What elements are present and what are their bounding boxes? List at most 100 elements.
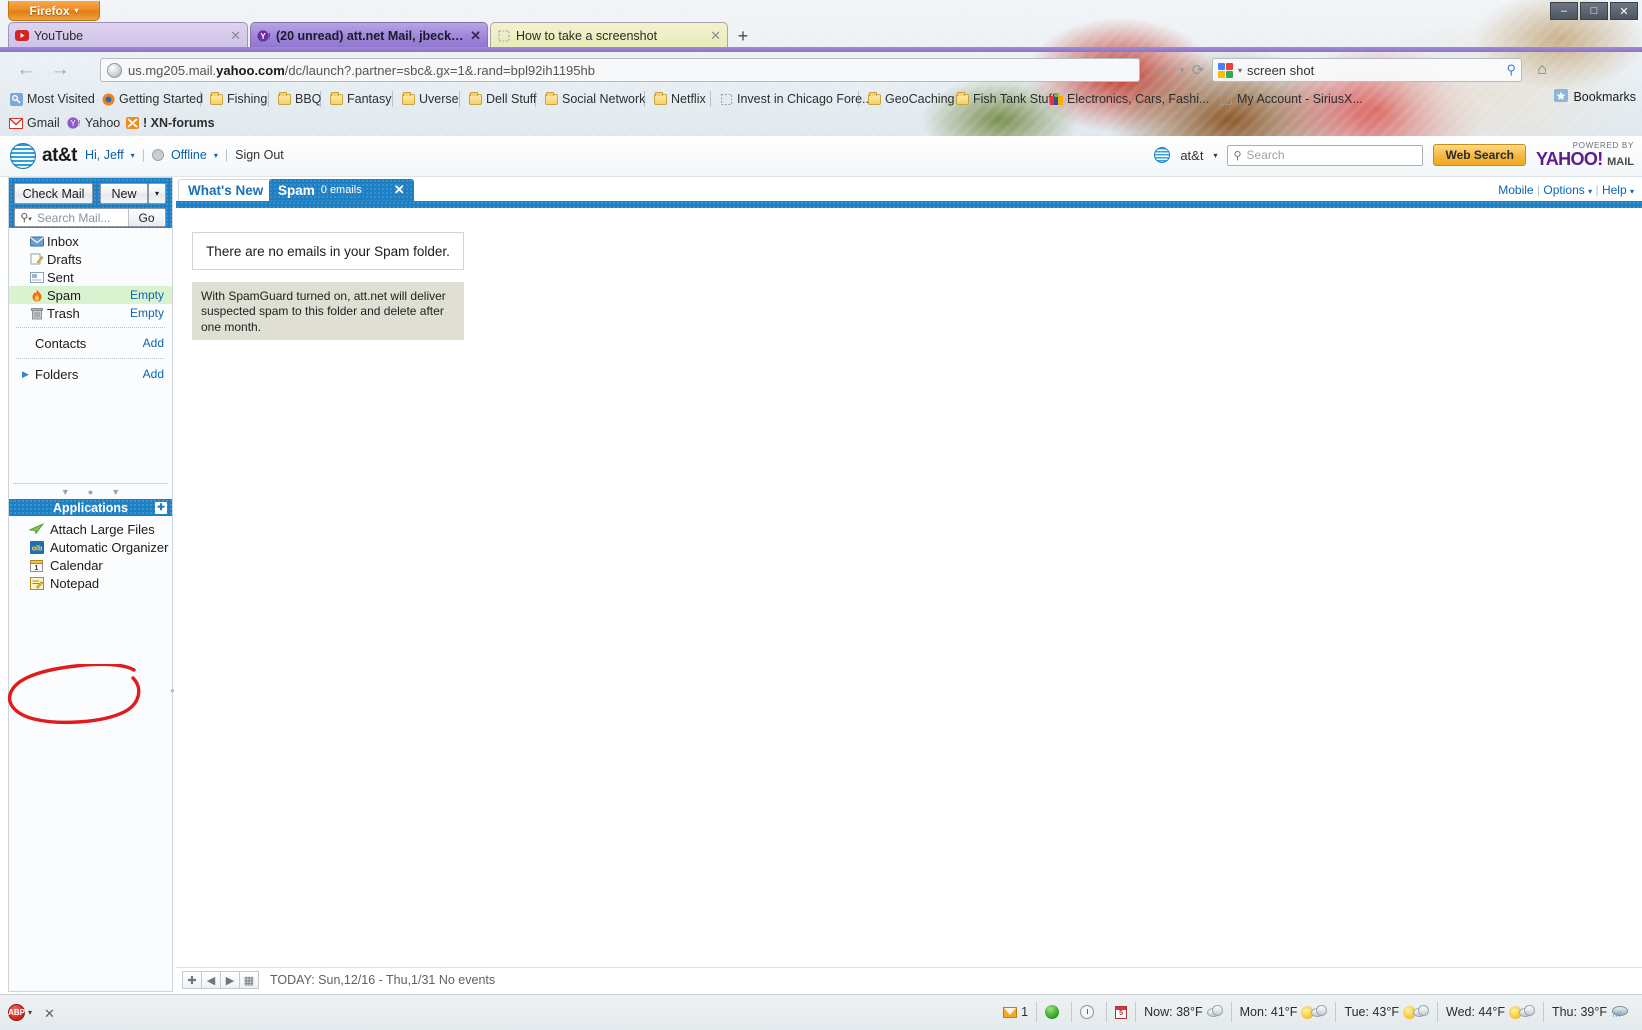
add-contact-link[interactable]: Add (143, 336, 164, 350)
expand-applications-icon[interactable]: ✚ (155, 502, 167, 514)
sidebar-item-inbox[interactable]: Inbox (9, 232, 172, 250)
add-event-button[interactable]: ✚ (182, 971, 202, 989)
presence-label[interactable]: Offline (171, 148, 207, 162)
sidebar-item-contacts[interactable]: Contacts Add (9, 333, 172, 353)
prev-period-button[interactable]: ◀ (201, 971, 221, 989)
status-weather-now[interactable]: Now: 38°F (1135, 1002, 1231, 1022)
help-link[interactable]: Help (1602, 183, 1627, 197)
applications-header[interactable]: Applications ✚ (9, 499, 172, 516)
forward-button[interactable]: → (48, 58, 72, 82)
bookmark-invest-in-chicago[interactable]: Invest in Chicago Fore... (716, 89, 875, 109)
status-weather-tue[interactable]: Tue: 43°F (1335, 1002, 1437, 1022)
web-search-button[interactable]: Web Search (1433, 144, 1525, 166)
sidebar-item-sent[interactable]: Sent (9, 268, 172, 286)
sidebar-item-folders[interactable]: ▶ Folders Add (9, 364, 172, 384)
bookmark-bbq[interactable]: BBQ (274, 89, 324, 109)
app-item-attach-large-files[interactable]: Attach Large Files (9, 520, 172, 538)
bookmark-getting-started[interactable]: Getting Started (98, 89, 206, 109)
close-icon[interactable]: ✕ (470, 28, 481, 44)
bookmark-star-icon[interactable]: ☆ (1152, 60, 1172, 80)
tab-youtube[interactable]: YouTube ✕ (8, 22, 248, 48)
minimize-button[interactable]: – (1550, 2, 1578, 20)
bookmarks-menu-button[interactable]: Bookmarks (1554, 89, 1636, 105)
bookmark-netflix[interactable]: Netflix (650, 89, 709, 109)
add-folder-link[interactable]: Add (143, 367, 164, 381)
new-message-button[interactable]: New (100, 183, 148, 204)
status-green-indicator[interactable] (1036, 1002, 1071, 1022)
search-engine-caret-icon[interactable]: ▾ (1238, 66, 1242, 75)
app-item-notepad[interactable]: Notepad (9, 574, 172, 592)
search-bar[interactable]: ▾ screen shot ⚲ (1212, 58, 1522, 82)
home-icon[interactable]: ⌂ (1530, 59, 1554, 81)
bookmark-fishing[interactable]: Fishing (206, 89, 270, 109)
chevron-down-icon[interactable]: ▼ (111, 487, 120, 497)
check-mail-button[interactable]: Check Mail (14, 183, 93, 204)
sidebar-item-drafts[interactable]: Drafts (9, 250, 172, 268)
bookmark-yahoo[interactable]: Y! Yahoo (64, 113, 123, 133)
calendar-view-button[interactable]: ▦ (239, 971, 259, 989)
app-item-automatic-organizer[interactable]: olb Automatic Organizer (9, 538, 172, 556)
sidebar-item-trash[interactable]: Trash Empty (9, 304, 172, 322)
search-mail-go-button[interactable]: Go (128, 209, 164, 226)
empty-trash-link[interactable]: Empty (130, 306, 164, 320)
search-icon[interactable]: ⚲ (1506, 62, 1516, 78)
bookmark-most-visited[interactable]: Most Visited (6, 89, 98, 109)
app-item-calendar[interactable]: 1 Calendar (9, 556, 172, 574)
bookmark-fish-tank-stuff[interactable]: Fish Tank Stuff (952, 89, 1058, 109)
close-icon[interactable]: ✕ (394, 182, 405, 198)
chevron-down-icon[interactable]: ▾ (131, 151, 135, 160)
adblock-plus-button[interactable]: ABP ▾ (8, 1004, 32, 1021)
status-mail-count[interactable]: 1 (995, 1002, 1036, 1022)
chevron-down-icon[interactable]: ▾ (214, 151, 218, 160)
tab-whats-new[interactable]: What's New (178, 179, 273, 201)
status-clock[interactable] (1071, 1002, 1106, 1022)
new-tab-button[interactable]: + (730, 25, 756, 47)
bookmark-geocaching[interactable]: GeoCaching (864, 89, 958, 109)
tab-attnet-mail[interactable]: Y! (20 unread) att.net Mail, jbeckner2 ✕ (250, 22, 488, 48)
next-period-button[interactable]: ▶ (220, 971, 240, 989)
mobile-link[interactable]: Mobile (1498, 183, 1533, 197)
chevron-down-icon[interactable]: ▾ (1630, 187, 1634, 196)
tab-how-to-take-a-screenshot[interactable]: How to take a screenshot ✕ (490, 22, 728, 48)
bookmark-social-network[interactable]: Social Network (541, 89, 648, 109)
close-icon[interactable]: ✕ (230, 28, 241, 44)
status-weather-wed[interactable]: Wed: 44°F (1437, 1002, 1543, 1022)
bookmark-dell-stuff[interactable]: Dell Stuff (465, 89, 540, 109)
bookmark-fantasy[interactable]: Fantasy (326, 89, 394, 109)
close-window-button[interactable]: ✕ (1610, 2, 1638, 20)
sidebar-splitter-handle[interactable]: ▼ ● ▼ (9, 486, 172, 498)
reload-icon[interactable]: ⟳ (1188, 60, 1208, 80)
web-search-input[interactable]: ⚲ Search (1227, 145, 1423, 166)
options-link[interactable]: Options (1543, 183, 1584, 197)
close-icon[interactable]: ✕ (710, 28, 721, 44)
back-button[interactable]: ← (14, 58, 38, 82)
status-calendar[interactable]: 5 (1106, 1002, 1135, 1022)
splitter-grip-icon[interactable]: ● (88, 487, 93, 497)
address-bar[interactable]: us.mg205.mail.yahoo.com/dc/launch?.partn… (100, 58, 1140, 82)
bookmark-my-account-siriusxm[interactable]: My Account - SiriusX... (1216, 89, 1366, 109)
search-mail-input[interactable]: ⚲▾ Search Mail... Go (14, 208, 166, 227)
bookmark-uverse[interactable]: Uverse (398, 89, 462, 109)
tab-spam[interactable]: Spam 0 emails ✕ (269, 179, 414, 201)
sidebar-item-spam[interactable]: Spam Empty (9, 286, 172, 304)
chevron-down-icon[interactable]: ▾ (1588, 187, 1592, 196)
chevron-down-icon[interactable]: ▾ (28, 1008, 32, 1017)
chevron-right-icon[interactable]: ▶ (22, 369, 29, 380)
status-weather-mon[interactable]: Mon: 41°F (1231, 1002, 1336, 1022)
pane-splitter-grip[interactable]: ● (170, 686, 175, 696)
bookmark-xn-forums[interactable]: ! XN-forums (122, 113, 218, 133)
chevron-down-icon[interactable]: ▾ (1213, 151, 1217, 160)
status-weather-thu[interactable]: Thu: 39°F (1543, 1002, 1636, 1022)
empty-spam-link[interactable]: Empty (130, 288, 164, 302)
bookmark-electronics-cars-fashion[interactable]: Electronics, Cars, Fashi... (1046, 89, 1212, 109)
bookmark-gmail[interactable]: Gmail (6, 113, 63, 133)
sign-out-link[interactable]: Sign Out (235, 148, 284, 162)
att-logo[interactable]: at&t (10, 143, 77, 169)
firefox-app-button[interactable]: Firefox ▾ (8, 1, 100, 21)
chevron-down-icon[interactable]: ▼ (61, 487, 70, 497)
new-message-dropdown-icon[interactable]: ▾ (148, 183, 166, 204)
close-statusbar-icon[interactable]: ✕ (44, 1006, 55, 1022)
maximize-button[interactable]: □ (1580, 2, 1608, 20)
search-input[interactable]: screen shot (1247, 63, 1501, 78)
greeting-label[interactable]: Hi, Jeff (85, 148, 124, 162)
